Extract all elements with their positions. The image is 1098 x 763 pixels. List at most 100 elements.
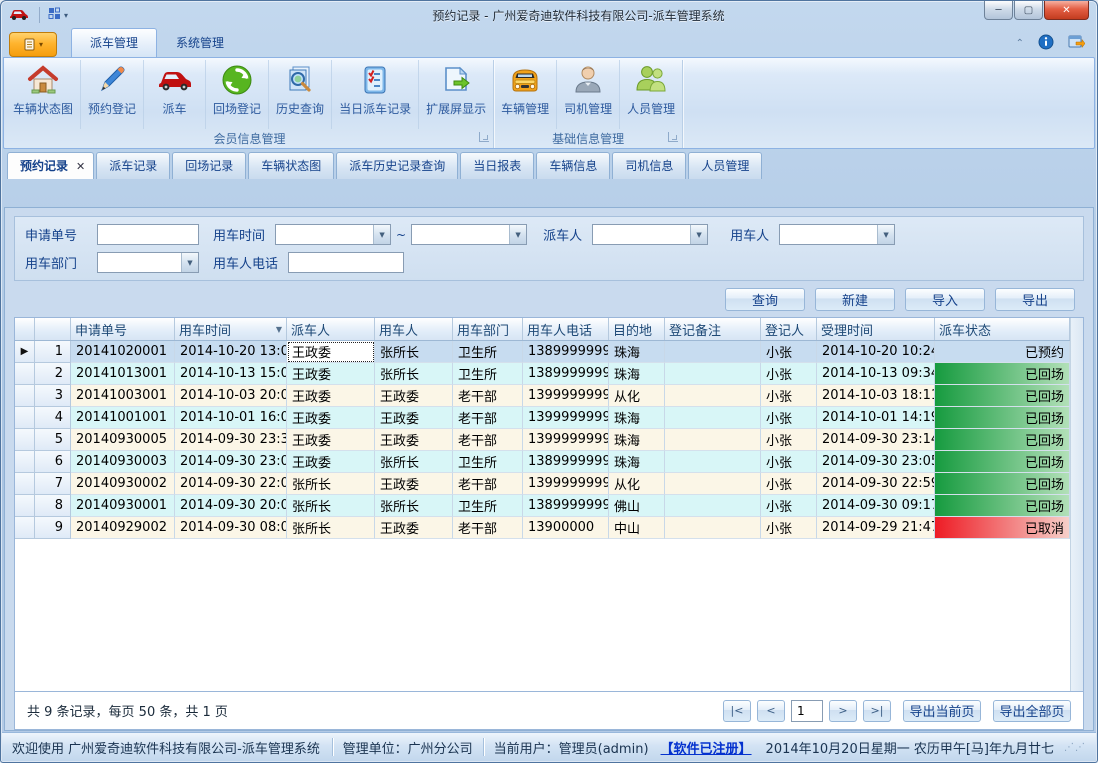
- chevron-down-icon[interactable]: ▼: [509, 225, 526, 244]
- cell-用车部门[interactable]: 老干部: [453, 429, 523, 451]
- dispatch-status-cell[interactable]: 已回场: [935, 451, 1070, 473]
- cell-受理时间[interactable]: 2014-09-30 23:05: [817, 451, 935, 473]
- next-page-button[interactable]: >: [829, 700, 857, 722]
- cell-申请单号[interactable]: 20141003001: [71, 385, 175, 407]
- cell-用车人[interactable]: 王政委: [375, 473, 453, 495]
- cell-申请单号[interactable]: 20140930003: [71, 451, 175, 473]
- cell-用车人[interactable]: 张所长: [375, 363, 453, 385]
- cell-申请单号[interactable]: 20141013001: [71, 363, 175, 385]
- time-to-combo[interactable]: ▼: [411, 224, 527, 245]
- import-button[interactable]: 导入: [905, 288, 985, 311]
- table-row-2[interactable]: 2201410130012014-10-13 15:00王政委张所长卫生所138…: [15, 363, 1070, 385]
- cell-登记备注[interactable]: [665, 385, 761, 407]
- about-window-icon[interactable]: [1068, 35, 1085, 53]
- cell-目的地[interactable]: 珠海: [609, 407, 665, 429]
- column-header-10[interactable]: 受理时间: [817, 318, 935, 340]
- cell-申请单号[interactable]: 20140930005: [71, 429, 175, 451]
- return-register-button[interactable]: 回场登记: [206, 60, 269, 129]
- prev-page-button[interactable]: <: [757, 700, 785, 722]
- cell-目的地[interactable]: 珠海: [609, 363, 665, 385]
- export-all-pages-button[interactable]: 导出全部页: [993, 700, 1071, 722]
- cell-申请单号[interactable]: 20140930002: [71, 473, 175, 495]
- today-dispatch-records-button[interactable]: 当日派车记录: [332, 60, 419, 129]
- table-row-4[interactable]: 4201410010012014-10-01 16:00王政委王政委老干部139…: [15, 407, 1070, 429]
- cell-用车人[interactable]: 王政委: [375, 429, 453, 451]
- cell-受理时间[interactable]: 2014-10-01 14:19: [817, 407, 935, 429]
- extend-screen-button[interactable]: 扩展屏显示: [419, 60, 493, 129]
- cell-受理时间[interactable]: 2014-09-29 21:47: [817, 517, 935, 539]
- query-button[interactable]: 查询: [725, 288, 805, 311]
- doc-tab-5[interactable]: 派车历史记录查询: [336, 152, 458, 179]
- cell-用车时间[interactable]: 2014-10-01 16:00: [175, 407, 287, 429]
- doc-tab-1[interactable]: 预约记录✕: [7, 152, 94, 179]
- time-from-combo[interactable]: ▼: [275, 224, 391, 245]
- column-header-3[interactable]: 派车人: [287, 318, 375, 340]
- table-row-9[interactable]: 9201409290022014-09-30 08:00张所长王政委老干部139…: [15, 517, 1070, 539]
- cell-目的地[interactable]: 珠海: [609, 341, 665, 363]
- cell-目的地[interactable]: 从化: [609, 385, 665, 407]
- doc-tab-8[interactable]: 司机信息: [612, 152, 686, 179]
- cell-目的地[interactable]: 从化: [609, 473, 665, 495]
- cell-派车人[interactable]: 王政委: [287, 363, 375, 385]
- dialog-launcher-icon[interactable]: [479, 132, 489, 142]
- export-button[interactable]: 导出: [995, 288, 1075, 311]
- cell-登记备注[interactable]: [665, 473, 761, 495]
- cell-用车人电话[interactable]: 13900000: [523, 517, 609, 539]
- cell-派车人[interactable]: 王政委: [287, 429, 375, 451]
- cell-登记备注[interactable]: [665, 495, 761, 517]
- cell-用车部门[interactable]: 老干部: [453, 385, 523, 407]
- cell-申请单号[interactable]: 20140929002: [71, 517, 175, 539]
- doc-tab-2[interactable]: 派车记录: [96, 152, 170, 179]
- reservation-register-button[interactable]: 预约登记: [81, 60, 144, 129]
- cell-用车部门[interactable]: 卫生所: [453, 495, 523, 517]
- cell-用车人电话[interactable]: 1389999999: [523, 363, 609, 385]
- app-menu-button[interactable]: ▾: [9, 32, 57, 57]
- cell-用车人电话[interactable]: 1389999999: [523, 495, 609, 517]
- table-row-7[interactable]: 7201409300022014-09-30 22:00张所长王政委老干部139…: [15, 473, 1070, 495]
- dispatch-status-cell[interactable]: 已回场: [935, 363, 1070, 385]
- cell-派车人[interactable]: 王政委: [287, 451, 375, 473]
- license-link[interactable]: 【软件已注册】: [661, 738, 752, 757]
- cell-用车时间[interactable]: 2014-09-30 23:30: [175, 429, 287, 451]
- cell-登记人[interactable]: 小张: [761, 517, 817, 539]
- column-header-2[interactable]: 用车时间▼: [175, 318, 287, 340]
- history-query-button[interactable]: 历史查询: [269, 60, 332, 129]
- cell-登记备注[interactable]: [665, 407, 761, 429]
- dispatch-status-cell[interactable]: 已取消: [935, 517, 1070, 539]
- cell-登记人[interactable]: 小张: [761, 451, 817, 473]
- cell-用车人电话[interactable]: 1389999999: [523, 341, 609, 363]
- cell-派车人[interactable]: 张所长: [287, 517, 375, 539]
- cell-用车人电话[interactable]: 13999999999: [523, 429, 609, 451]
- chevron-down-icon[interactable]: ▼: [690, 225, 707, 244]
- column-header-4[interactable]: 用车人: [375, 318, 453, 340]
- cell-用车人电话[interactable]: 13999999999: [523, 473, 609, 495]
- page-number-input[interactable]: [791, 700, 823, 722]
- collapse-ribbon-icon[interactable]: ⌃: [1016, 38, 1024, 49]
- cell-用车时间[interactable]: 2014-10-03 20:00: [175, 385, 287, 407]
- cell-登记人[interactable]: 小张: [761, 495, 817, 517]
- first-page-button[interactable]: |<: [723, 700, 751, 722]
- sort-descending-icon[interactable]: ▼: [276, 325, 282, 334]
- cell-用车人[interactable]: 张所长: [375, 341, 453, 363]
- cell-用车部门[interactable]: 卫生所: [453, 363, 523, 385]
- cell-受理时间[interactable]: 2014-10-13 09:34: [817, 363, 935, 385]
- dispatch-status-cell[interactable]: 已预约: [935, 341, 1070, 363]
- cell-登记备注[interactable]: [665, 429, 761, 451]
- cell-用车部门[interactable]: 老干部: [453, 407, 523, 429]
- cell-登记备注[interactable]: [665, 517, 761, 539]
- cell-派车人[interactable]: 王政委: [287, 341, 375, 363]
- cell-受理时间[interactable]: 2014-09-30 09:17: [817, 495, 935, 517]
- cell-登记人[interactable]: 小张: [761, 473, 817, 495]
- maximize-button[interactable]: ▢: [1014, 1, 1043, 20]
- cell-登记人[interactable]: 小张: [761, 341, 817, 363]
- dispatch-status-cell[interactable]: 已回场: [935, 385, 1070, 407]
- cell-登记备注[interactable]: [665, 363, 761, 385]
- cell-受理时间[interactable]: 2014-09-30 23:14: [817, 429, 935, 451]
- cell-用车人[interactable]: 张所长: [375, 451, 453, 473]
- cell-用车人电话[interactable]: 13999999999: [523, 407, 609, 429]
- phone-input[interactable]: [288, 252, 404, 273]
- cell-用车部门[interactable]: 老干部: [453, 473, 523, 495]
- cell-登记人[interactable]: 小张: [761, 407, 817, 429]
- cell-用车时间[interactable]: 2014-09-30 22:00: [175, 473, 287, 495]
- resize-grip[interactable]: ⋰⋰: [1064, 742, 1086, 753]
